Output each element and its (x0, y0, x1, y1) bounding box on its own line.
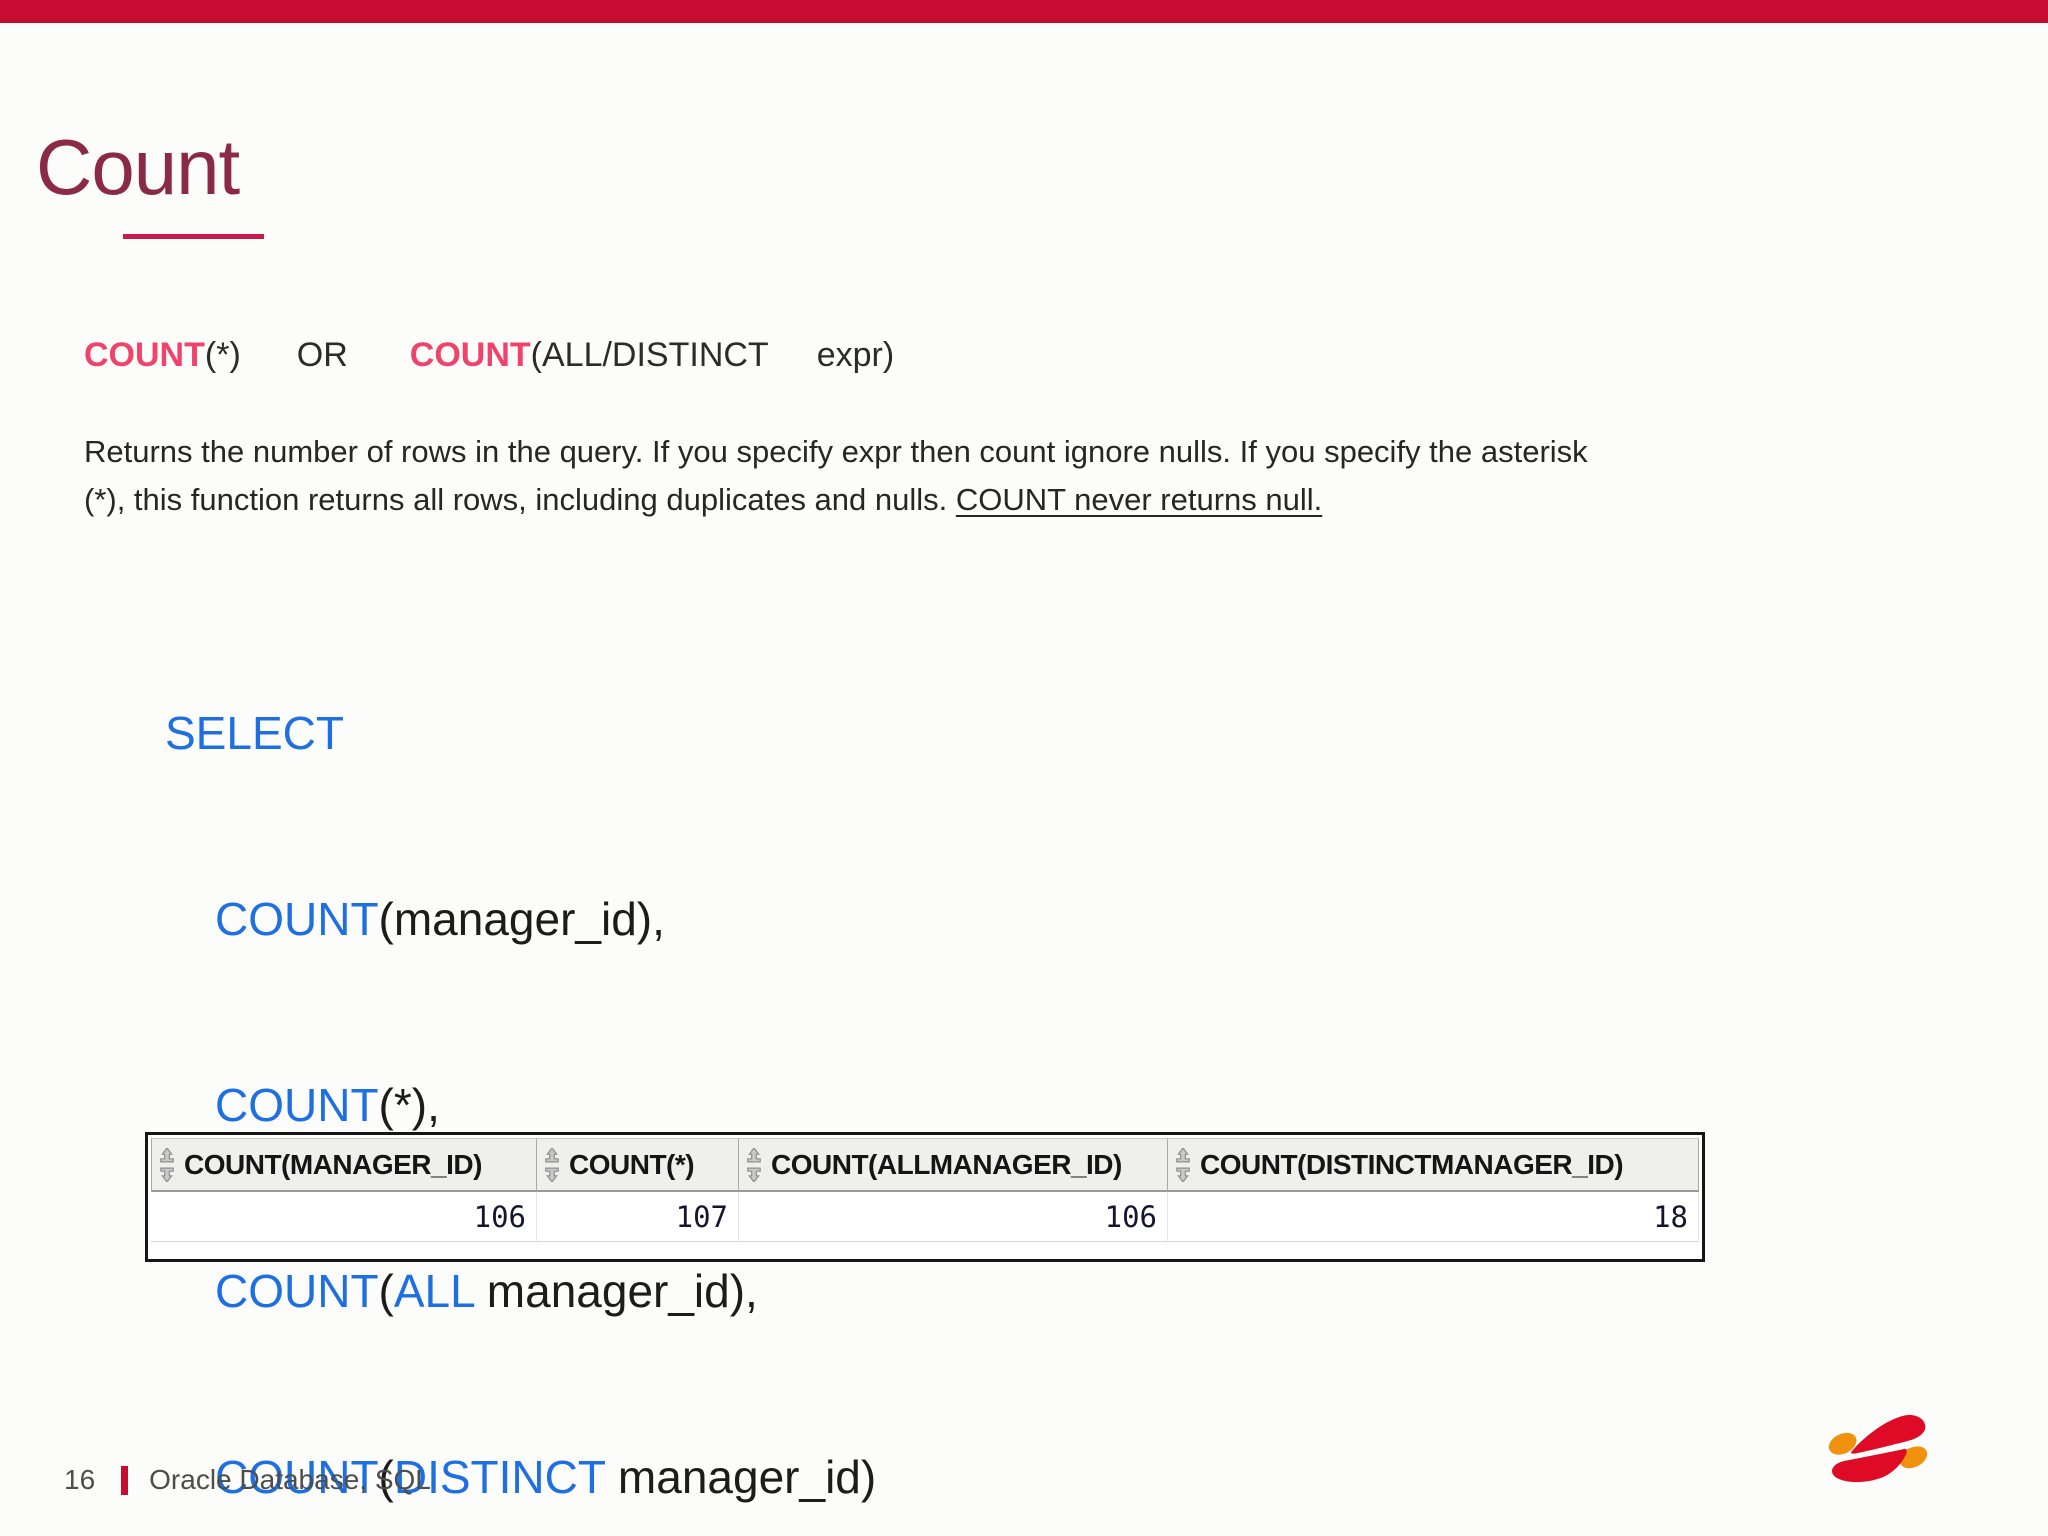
s-swoosh-logo-icon (1828, 1415, 1928, 1483)
column-header-label: COUNT(DISTINCTMANAGER_ID) (1200, 1148, 1624, 1180)
description-line-2: (*), this function returns all rows, inc… (84, 476, 1964, 524)
sql-keyword: COUNT (215, 1265, 379, 1317)
code-line: COUNT(ALL manager_id), (165, 1260, 876, 1322)
sort-arrows-icon (1176, 1147, 1190, 1182)
sql-keyword: COUNT (215, 893, 379, 945)
sql-text: manager_id) (605, 1451, 877, 1503)
column-header-label: COUNT(ALLMANAGER_ID) (771, 1148, 1122, 1180)
sql-text: ( (378, 1265, 394, 1317)
column-header: COUNT(ALLMANAGER_ID) (739, 1138, 1168, 1192)
page-number: 16 (64, 1464, 96, 1495)
syntax-or: OR (296, 336, 348, 374)
code-line: COUNT(*), (165, 1074, 876, 1136)
logo-orange-shape (1828, 1432, 1857, 1455)
syntax-args: (*) (204, 336, 241, 374)
sort-arrows-icon (545, 1147, 559, 1182)
code-line: SELECT (165, 702, 876, 764)
grid-cell-value: 106 (151, 1192, 537, 1242)
description-underlined-text: COUNT never returns null. (955, 482, 1323, 517)
column-header-label: COUNT(*) (569, 1148, 695, 1180)
syntax-line: COUNT(*) OR COUNT(ALL/DISTINCT expr) (84, 336, 894, 375)
footer-label: Oracle Database, SQL (149, 1464, 431, 1495)
description-line-1: Returns the number of rows in the query.… (84, 434, 1588, 469)
sql-keyword: ALL (393, 1265, 475, 1317)
page-title: Count (36, 123, 240, 211)
top-accent-bar (0, 0, 2048, 23)
grid-cell-value: 106 (739, 1192, 1168, 1242)
sql-keyword: COUNT (215, 1079, 379, 1131)
column-header: COUNT(DISTINCTMANAGER_ID) (1168, 1138, 1699, 1192)
sql-text: manager_id), (474, 1265, 758, 1317)
slide: Count COUNT(*) OR COUNT(ALL/DISTINCT expr) … (0, 0, 2048, 1536)
footer-divider (121, 1465, 129, 1495)
syntax-keyword: COUNT (84, 336, 205, 374)
result-grid-data-row: 106 107 106 18 (151, 1192, 1699, 1242)
footer: 16 Oracle Database, SQL (64, 1464, 431, 1496)
title-underline (123, 234, 264, 239)
sort-arrows-icon (747, 1147, 761, 1182)
result-grid: COUNT(MANAGER_ID) COUNT(*) COUNT(ALLMANA… (145, 1132, 1705, 1262)
syntax-expr: expr) (816, 336, 895, 374)
syntax-keyword: COUNT (409, 336, 531, 374)
code-line: COUNT(manager_id), (165, 888, 876, 950)
sql-text: (*), (378, 1079, 440, 1131)
syntax-args: (ALL/DISTINCT (530, 336, 769, 374)
column-header: COUNT(MANAGER_ID) (151, 1138, 537, 1192)
sql-code-block: SELECT COUNT(manager_id), COUNT(*), COUN… (165, 578, 876, 1536)
description-text: (*), this function returns all rows, inc… (84, 482, 956, 517)
description-paragraph: Returns the number of rows in the query.… (84, 428, 1964, 524)
column-header: COUNT(*) (537, 1138, 739, 1192)
grid-cell-value: 18 (1168, 1192, 1699, 1242)
grid-cell-value: 107 (537, 1192, 739, 1242)
sql-keyword: SELECT (165, 707, 344, 759)
sort-arrows-icon (160, 1147, 174, 1182)
result-grid-header-row: COUNT(MANAGER_ID) COUNT(*) COUNT(ALLMANA… (151, 1138, 1699, 1192)
sql-text: (manager_id), (378, 893, 665, 945)
column-header-label: COUNT(MANAGER_ID) (184, 1148, 482, 1180)
